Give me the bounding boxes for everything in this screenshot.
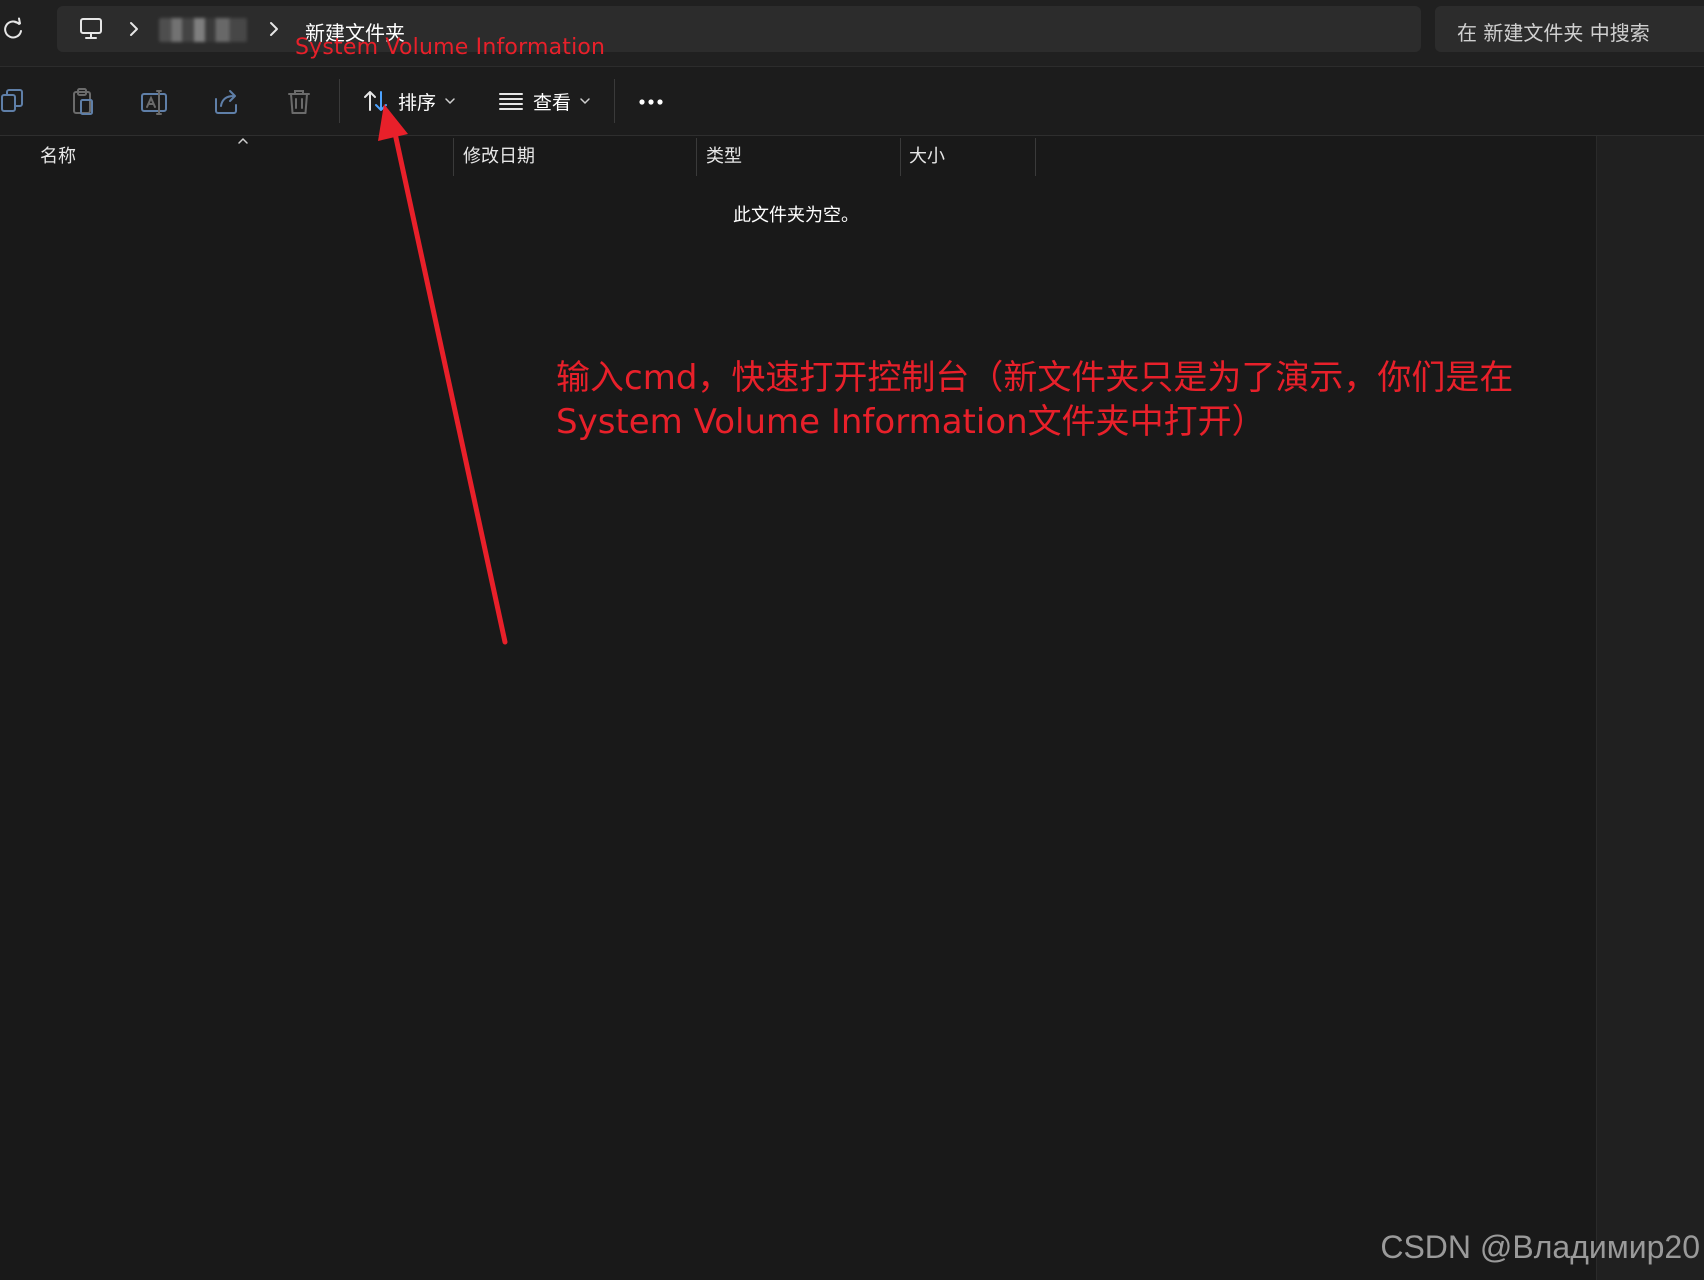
more-icon[interactable] <box>636 87 666 117</box>
column-divider[interactable] <box>900 138 901 176</box>
annotation-line-2: System Volume Information文件夹中打开） <box>556 402 1266 442</box>
delete-icon[interactable] <box>284 87 314 117</box>
column-size[interactable]: 大小 <box>909 136 945 178</box>
share-icon[interactable] <box>212 87 242 117</box>
chevron-right-icon[interactable] <box>267 20 281 38</box>
sort-ascending-icon <box>238 137 248 144</box>
annotation-text: 输入cmd，快速打开控制台（新文件夹只是为了演示，你们是在 System Vol… <box>556 356 1616 444</box>
details-pane <box>1596 136 1704 1280</box>
paste-icon[interactable] <box>68 87 98 117</box>
this-pc-icon[interactable] <box>77 16 105 42</box>
view-label: 查看 <box>533 91 572 114</box>
search-input[interactable]: 在 新建文件夹 中搜索 <box>1435 6 1704 52</box>
refresh-icon[interactable] <box>0 14 26 44</box>
column-type[interactable]: 类型 <box>706 136 742 178</box>
annotation-path-overlay: System Volume Information <box>295 35 606 60</box>
chevron-down-icon <box>445 98 455 105</box>
search-placeholder: 在 新建文件夹 中搜索 <box>1457 21 1650 45</box>
toolbar-divider <box>614 79 615 123</box>
watermark: CSDN @Владимир20 <box>1380 1229 1700 1265</box>
breadcrumb-blurred-segment[interactable] <box>159 18 247 42</box>
column-divider[interactable] <box>696 138 697 176</box>
sort-label: 排序 <box>398 91 437 114</box>
toolbar-divider <box>339 79 340 123</box>
command-bar: 排序 查看 <box>0 67 1704 136</box>
address-toolbar: 新建文件夹 System Volume Information 在 新建文件夹 … <box>0 0 1704 67</box>
view-icon <box>499 93 523 110</box>
copy-icon[interactable] <box>0 87 30 117</box>
column-divider[interactable] <box>453 138 454 176</box>
rename-icon[interactable] <box>140 87 170 117</box>
sort-icon <box>364 91 387 111</box>
view-button[interactable]: 查看 <box>497 81 591 121</box>
annotation-line-1: 输入cmd，快速打开控制台（新文件夹只是为了演示，你们是在 <box>556 358 1514 398</box>
address-bar[interactable]: 新建文件夹 <box>57 6 1421 52</box>
column-divider[interactable] <box>1035 138 1036 176</box>
chevron-right-icon[interactable] <box>127 20 141 38</box>
sort-button[interactable]: 排序 <box>362 81 456 121</box>
column-date-modified[interactable]: 修改日期 <box>463 136 535 178</box>
column-header: 名称 修改日期 类型 大小 <box>0 136 1596 178</box>
column-name[interactable]: 名称 <box>40 136 76 178</box>
chevron-down-icon <box>580 98 590 105</box>
file-explorer-window: 新建文件夹 System Volume Information 在 新建文件夹 … <box>0 0 1704 1280</box>
empty-folder-message: 此文件夹为空。 <box>733 205 859 226</box>
annotation-arrow <box>378 104 508 645</box>
